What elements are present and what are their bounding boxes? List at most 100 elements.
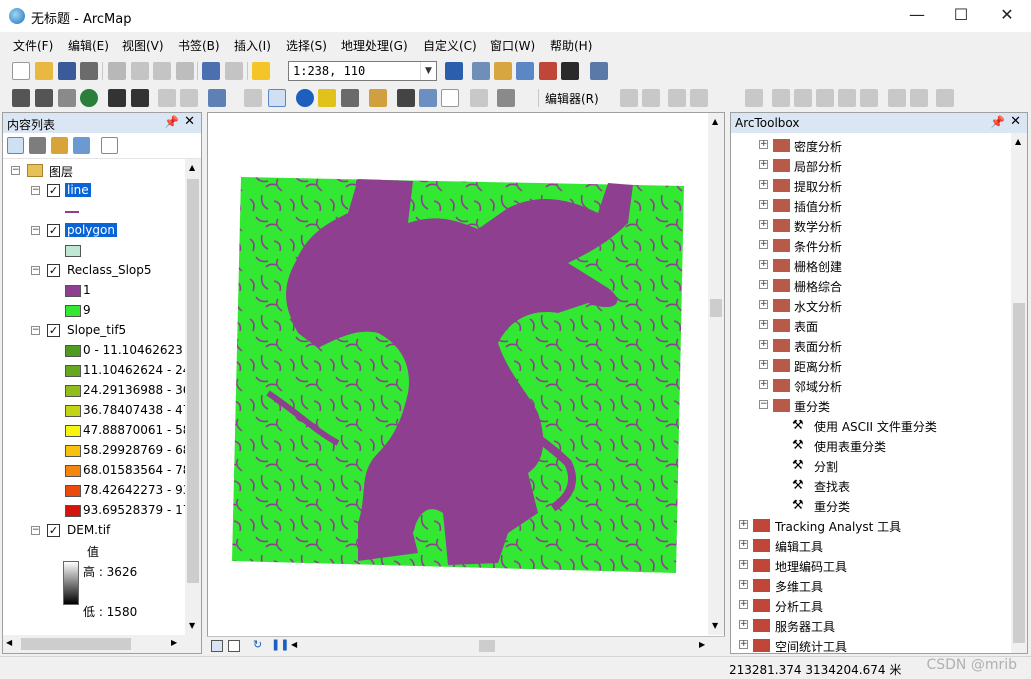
copy-icon[interactable] bbox=[131, 62, 149, 80]
list-by-selection-icon[interactable] bbox=[73, 137, 90, 154]
toc-vertical-scrollbar[interactable]: ▲ ▼ bbox=[185, 159, 201, 635]
reshape-icon[interactable] bbox=[794, 89, 812, 107]
layer-dem[interactable]: − ✓ DEM.tif bbox=[3, 521, 185, 541]
toolset-item[interactable]: + 提取分析 bbox=[731, 175, 1011, 195]
chevron-down-icon[interactable]: ▼ bbox=[420, 62, 436, 80]
expand-icon[interactable]: + bbox=[759, 140, 768, 149]
map-scale-combobox[interactable]: 1:238, 110 ▼ bbox=[288, 61, 437, 81]
class-swatch[interactable] bbox=[65, 285, 81, 297]
polygon-symbol[interactable] bbox=[65, 245, 81, 257]
sketch-properties-icon[interactable] bbox=[910, 89, 928, 107]
class-swatch[interactable] bbox=[65, 405, 81, 417]
expand-icon[interactable]: + bbox=[759, 200, 768, 209]
class-swatch[interactable] bbox=[65, 505, 81, 517]
trace-icon[interactable] bbox=[745, 89, 763, 107]
layer-name[interactable]: Reclass_Slop5 bbox=[65, 263, 154, 277]
save-icon[interactable] bbox=[58, 62, 76, 80]
hyperlink-icon[interactable] bbox=[318, 89, 336, 107]
toolset-item[interactable]: + 表面分析 bbox=[731, 335, 1011, 355]
find-route-icon[interactable] bbox=[419, 89, 437, 107]
expand-icon[interactable]: + bbox=[759, 260, 768, 269]
expand-icon[interactable]: + bbox=[759, 320, 768, 329]
collapse-icon[interactable]: − bbox=[31, 226, 40, 235]
edit-tool-icon[interactable] bbox=[620, 89, 638, 107]
toolset-item[interactable]: + 栅格创建 bbox=[731, 255, 1011, 275]
class-swatch[interactable] bbox=[65, 465, 81, 477]
refresh-icon[interactable]: ↻ bbox=[253, 638, 262, 651]
menu-view[interactable]: 视图(V) bbox=[122, 37, 164, 54]
menu-insert[interactable]: 插入(I) bbox=[234, 37, 271, 54]
attributes-icon[interactable] bbox=[888, 89, 906, 107]
model-builder-icon[interactable] bbox=[590, 62, 608, 80]
toolbox-item[interactable]: + 分析工具 bbox=[731, 595, 1011, 615]
line-symbol[interactable] bbox=[65, 211, 79, 213]
layout-view-icon[interactable] bbox=[228, 640, 240, 652]
table-of-contents-icon[interactable] bbox=[472, 62, 490, 80]
edit-annotation-icon[interactable] bbox=[642, 89, 660, 107]
list-by-source-icon[interactable] bbox=[29, 137, 46, 154]
html-popup-icon[interactable] bbox=[341, 89, 359, 107]
scroll-left-icon[interactable]: ◀ bbox=[6, 638, 12, 647]
tool-item[interactable]: ⚒ 使用 ASCII 文件重分类 bbox=[731, 415, 1011, 435]
map-canvas[interactable] bbox=[208, 113, 708, 635]
expand-icon[interactable]: + bbox=[759, 220, 768, 229]
redo-icon[interactable] bbox=[225, 62, 243, 80]
layer-name[interactable]: DEM.tif bbox=[65, 523, 112, 537]
scroll-left-icon[interactable]: ◀ bbox=[291, 640, 297, 649]
expand-icon[interactable]: + bbox=[759, 180, 768, 189]
find-binoculars-icon[interactable] bbox=[397, 89, 415, 107]
layer-name[interactable]: Slope_tif5 bbox=[65, 323, 128, 337]
scrollbar-thumb[interactable] bbox=[21, 638, 131, 650]
collapse-icon[interactable]: − bbox=[31, 326, 40, 335]
menu-selection[interactable]: 选择(S) bbox=[286, 37, 327, 54]
catalog-icon[interactable] bbox=[494, 62, 512, 80]
expand-icon[interactable]: + bbox=[759, 240, 768, 249]
cut-polygons-icon[interactable] bbox=[816, 89, 834, 107]
pin-icon[interactable]: 📌 bbox=[164, 115, 179, 129]
data-view-icon[interactable] bbox=[211, 640, 223, 652]
expand-icon[interactable]: + bbox=[739, 640, 748, 649]
expand-icon[interactable]: + bbox=[759, 340, 768, 349]
editor-menu[interactable]: 编辑器(R) bbox=[545, 90, 599, 107]
layer-name[interactable]: line bbox=[65, 183, 91, 197]
time-slider-icon[interactable] bbox=[470, 89, 488, 107]
class-swatch[interactable] bbox=[65, 305, 81, 317]
print-icon[interactable] bbox=[80, 62, 98, 80]
expand-icon[interactable]: + bbox=[739, 580, 748, 589]
expand-icon[interactable]: + bbox=[739, 520, 748, 529]
toolbox-item[interactable]: + 多维工具 bbox=[731, 575, 1011, 595]
pause-drawing-icon[interactable]: ❚❚ bbox=[271, 638, 289, 651]
pan-icon[interactable] bbox=[58, 89, 76, 107]
straight-segment-icon[interactable] bbox=[668, 89, 686, 107]
menu-geoprocessing[interactable]: 地理处理(G) bbox=[341, 37, 408, 54]
layers-root[interactable]: − 图层 bbox=[3, 161, 185, 181]
scroll-up-icon[interactable]: ▲ bbox=[712, 117, 718, 126]
list-by-visibility-icon[interactable] bbox=[51, 137, 68, 154]
layer-visibility-checkbox[interactable]: ✓ bbox=[47, 524, 60, 537]
dem-color-ramp[interactable] bbox=[63, 561, 79, 605]
undo-icon[interactable] bbox=[202, 62, 220, 80]
map-view[interactable]: ▲ ▼ bbox=[207, 112, 725, 654]
toc-options-icon[interactable] bbox=[101, 137, 118, 154]
toolset-item[interactable]: + 栅格综合 bbox=[731, 275, 1011, 295]
layer-reclass[interactable]: − ✓ Reclass_Slop5 bbox=[3, 261, 185, 281]
toolbox-item[interactable]: + 空间统计工具 bbox=[731, 635, 1011, 655]
toolbox-item[interactable]: + 地理编码工具 bbox=[731, 555, 1011, 575]
pin-icon[interactable]: 📌 bbox=[990, 115, 1005, 129]
scroll-down-icon[interactable]: ▼ bbox=[189, 621, 195, 630]
toolbox-vertical-scrollbar[interactable]: ▲ bbox=[1011, 133, 1027, 653]
toolset-item[interactable]: + 条件分析 bbox=[731, 235, 1011, 255]
edit-vertices-icon[interactable] bbox=[772, 89, 790, 107]
layer-line[interactable]: − ✓ line bbox=[3, 181, 185, 201]
expand-icon[interactable]: + bbox=[739, 620, 748, 629]
search-window-icon[interactable] bbox=[516, 62, 534, 80]
class-swatch[interactable] bbox=[65, 425, 81, 437]
collapse-icon[interactable]: − bbox=[31, 526, 40, 535]
zoom-out-icon[interactable] bbox=[35, 89, 53, 107]
toolset-item[interactable]: + 密度分析 bbox=[731, 135, 1011, 155]
expand-icon[interactable]: + bbox=[759, 280, 768, 289]
split-icon[interactable] bbox=[838, 89, 856, 107]
class-swatch[interactable] bbox=[65, 385, 81, 397]
open-folder-icon[interactable] bbox=[35, 62, 53, 80]
scrollbar-thumb[interactable] bbox=[479, 640, 495, 652]
